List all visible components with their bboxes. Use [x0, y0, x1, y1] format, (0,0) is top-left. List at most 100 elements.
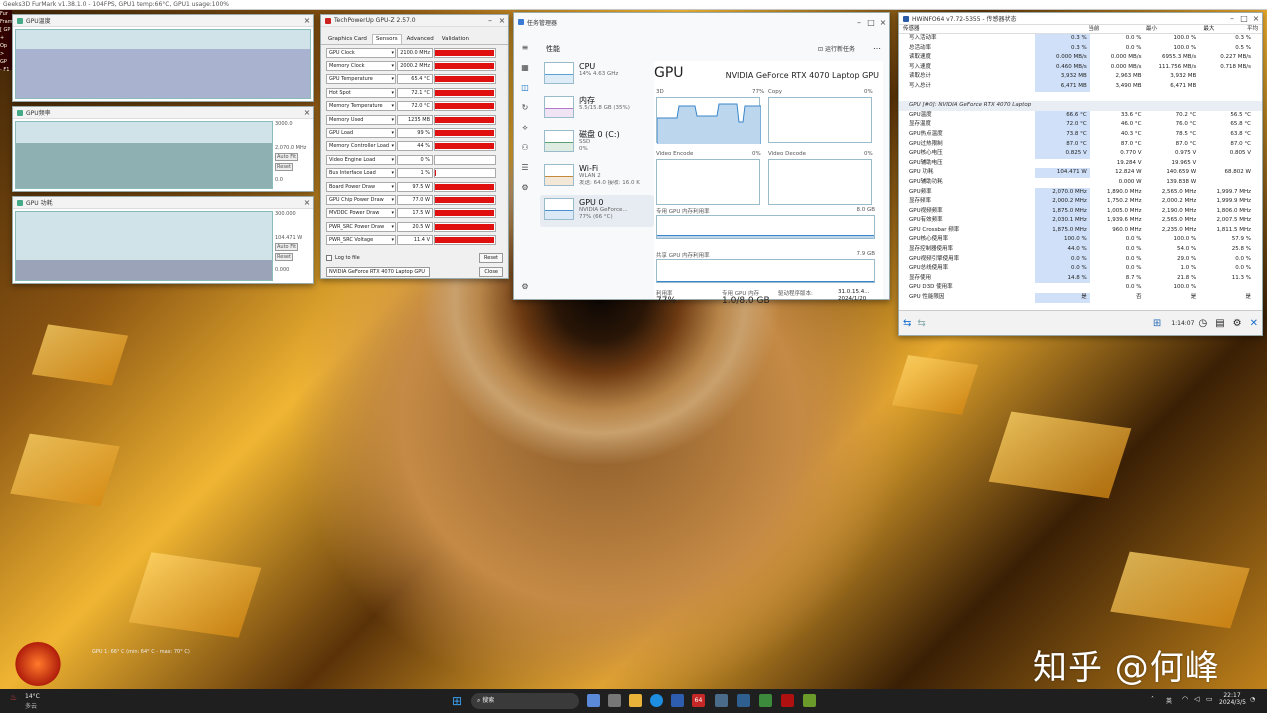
sensor-row[interactable]: 写入速度 0.460 MB/s 0.000 MB/s 111.756 MB/s 0.71…	[899, 62, 1262, 73]
resource-item[interactable]: 内存 5.5/15.8 GB (35%)	[540, 93, 654, 125]
column-avg[interactable]: 平均	[1214, 25, 1258, 33]
close-icon[interactable]: ×	[301, 16, 313, 25]
engine-label[interactable]: 3D	[656, 89, 664, 95]
store-icon[interactable]	[671, 694, 684, 707]
column-sensor[interactable]: 传感器	[903, 25, 1042, 33]
sensor-row[interactable]: GPU频率 2,070.0 MHz 1,890.0 MHz 2,565.0 MHz 1,…	[899, 187, 1262, 198]
auto-fit-button[interactable]: Auto Fit	[275, 243, 299, 251]
sensor-name[interactable]: Hot Spot	[326, 87, 396, 98]
sensor-name[interactable]: GPU Clock	[326, 47, 396, 58]
users-icon[interactable]: ⚇	[514, 138, 536, 158]
close-icon[interactable]: ×	[1250, 14, 1262, 23]
gpuz-window[interactable]: TechPowerUp GPU-Z 2.57.0 – × Graphics Card…	[320, 14, 509, 279]
graph-window-gpu-clock[interactable]: GPU频率 × 3000.0 2,070.0 MHz Auto Fit Reset…	[12, 106, 314, 192]
reset-button[interactable]: Reset	[275, 253, 293, 261]
report-icon[interactable]: ▤	[1215, 318, 1224, 329]
sensor-row[interactable]: 总活动率 0.3 % 0.0 % 100.0 % 0.5 %	[899, 43, 1262, 54]
graph-window-gpu-temp[interactable]: GPU温度 ×	[12, 14, 314, 102]
hwinfo-window[interactable]: HWiNFO64 v7.72-5355 - 传感器状态 – □ × 传感器 当前 最小…	[898, 12, 1263, 336]
sensor-row[interactable]: GPU 性能限因 是 否 是 是	[899, 293, 1262, 303]
settings-icon[interactable]: ⚙	[514, 277, 536, 297]
close-icon[interactable]: ×	[496, 16, 508, 25]
sensor-name[interactable]: Memory Temperature	[326, 101, 396, 112]
close-icon[interactable]: ×	[301, 198, 313, 207]
sensor-row[interactable]: GPU热点温度 73.8 °C 40.3 °C 78.5 °C 63.8 °C	[899, 129, 1262, 140]
settings-icon[interactable]: ⚙	[1233, 318, 1242, 329]
sensor-row[interactable]: 显存温度 72.0 °C 46.0 °C 76.0 °C 65.8 °C	[899, 120, 1262, 130]
minimize-icon[interactable]: –	[853, 18, 865, 27]
sensor-name[interactable]: Memory Used	[326, 114, 396, 125]
column-max[interactable]: 最大	[1157, 25, 1214, 33]
engine-label[interactable]: Copy	[768, 89, 782, 95]
sensor-name[interactable]: GPU Temperature	[326, 74, 396, 85]
network-icon[interactable]: ⊞	[1153, 318, 1161, 329]
sensor-row[interactable]: GPU有效频率 2,030.1 MHz 1,939.6 MHz 2,565.0 MHz…	[899, 216, 1262, 226]
notification-icon[interactable]: ◔	[1250, 696, 1255, 703]
resource-item[interactable]: Wi-Fi WLAN 2 发送: 64.0 接收: 16.0 K	[540, 161, 654, 193]
column-min[interactable]: 最小	[1099, 25, 1157, 33]
task-view-icon[interactable]	[608, 694, 621, 707]
taskmgr-taskbar-icon[interactable]	[715, 694, 728, 707]
sensor-row[interactable]: 显存使用 14.8 % 8.7 % 21.8 % 11.3 %	[899, 273, 1262, 284]
battery-icon[interactable]: ▭	[1206, 695, 1213, 703]
reset-button[interactable]: Reset	[479, 253, 503, 263]
device-select[interactable]: NVIDIA GeForce RTX 4070 Laptop GPU	[326, 267, 430, 277]
sensor-row[interactable]: 显存频率 2,000.2 MHz 1,750.2 MHz 2,000.2 MHz 1,9…	[899, 197, 1262, 207]
app-taskbar-icon[interactable]	[759, 694, 772, 707]
close-sensors-icon[interactable]: ✕	[1250, 318, 1258, 329]
weather-temp[interactable]: 14°C	[25, 693, 40, 700]
minimize-icon[interactable]: –	[1226, 14, 1238, 23]
edge-icon[interactable]	[650, 694, 663, 707]
task-manager-window[interactable]: 任务管理器 – □ × 性能 ⊡ 运行新任务 … ≡ ▦ ◫ ↻ ⟡ ⚇ ☰ ⚙ ⚙ …	[513, 12, 890, 306]
sensor-name[interactable]: MVDDC Power Draw	[326, 208, 396, 219]
sensor-row[interactable]: GPU总线使用率 0.0 % 0.0 % 1.0 % 0.0 %	[899, 264, 1262, 274]
sensor-group-header[interactable]: GPU [#0]: NVIDIA GeForce RTX 4070 Laptop	[899, 101, 1262, 111]
sensor-name[interactable]: Bus Interface Load	[326, 168, 396, 179]
sensor-name[interactable]: GPU Chip Power Draw	[326, 194, 396, 205]
sensor-name[interactable]: Memory Clock	[326, 61, 396, 72]
sensor-row[interactable]: GPU D3D 使用率 0.0 % 100.0 %	[899, 283, 1262, 293]
weather-icon[interactable]: ♨	[10, 693, 17, 702]
tab-validation[interactable]: Validation	[439, 35, 472, 44]
close-icon[interactable]: ×	[301, 108, 313, 117]
startup-icon[interactable]: ⟡	[514, 118, 536, 138]
sensor-name[interactable]: GPU Load	[326, 128, 396, 139]
close-button[interactable]: Close	[479, 267, 503, 277]
close-icon[interactable]: ×	[877, 18, 889, 27]
sensor-row[interactable]: GPU视频频率 1,875.0 MHz 1,005.0 MHz 2,190.0 MHz…	[899, 206, 1262, 217]
sensor-row[interactable]: GPU 功耗 104.471 W 12.824 W 140.659 W 68.802 W	[899, 168, 1262, 178]
sensor-name[interactable]: Memory Controller Load	[326, 141, 396, 152]
performance-icon[interactable]: ◫	[514, 78, 536, 98]
sensor-row[interactable]: GPU温度 66.6 °C 33.6 °C 70.2 °C 56.5 °C	[899, 110, 1262, 121]
nav-arrows-alt-icon[interactable]: ⇆	[917, 318, 925, 329]
log-checkbox[interactable]	[326, 255, 332, 261]
tab-advanced[interactable]: Advanced	[404, 35, 437, 44]
wifi-icon[interactable]: ◠	[1182, 695, 1188, 703]
engine-label[interactable]: Video Decode	[768, 151, 806, 157]
details-icon[interactable]: ☰	[514, 158, 536, 178]
sensor-name[interactable]: Board Power Draw	[326, 181, 396, 192]
reset-button[interactable]: Reset	[275, 163, 293, 171]
graph-window-gpu-power[interactable]: GPU 功耗 × 300.000 104.471 W Auto Fit Reset…	[12, 196, 314, 284]
auto-fit-button[interactable]: Auto Fit	[275, 153, 299, 161]
sensor-row[interactable]: 写入总计 6,471 MB 3,490 MB 6,471 MB	[899, 81, 1262, 92]
sensor-row[interactable]: GPU Crossbar 频率 1,875.0 MHz 960.0 MHz 2,235…	[899, 225, 1262, 236]
sensor-name[interactable]: PWR_SRC Power Draw	[326, 221, 396, 232]
clock-icon[interactable]: ◷	[1198, 318, 1207, 329]
sensor-row[interactable]	[899, 92, 1262, 102]
sensor-row[interactable]: 读取速度 0.000 MB/s 0.000 MB/s 6955.3 MB/s 0.227…	[899, 53, 1262, 63]
minimize-icon[interactable]: –	[484, 16, 496, 25]
sensor-row[interactable]: 显存控制器使用率 44.0 % 0.0 % 54.0 % 25.8 %	[899, 245, 1262, 255]
tab-sensors[interactable]: Sensors	[371, 34, 402, 44]
sensor-row[interactable]: GPU视频引擎使用率 0.0 % 0.0 % 29.0 % 0.0 %	[899, 254, 1262, 265]
resource-item[interactable]: 磁盘 0 (C:) SSD 0%	[540, 127, 654, 159]
file-explorer-icon[interactable]	[629, 694, 642, 707]
ime-indicator[interactable]: 英	[1166, 696, 1172, 705]
tray-chevron-icon[interactable]: ˄	[1151, 696, 1154, 703]
hwinfo-taskbar-icon[interactable]: 64	[692, 694, 705, 707]
nvidia-taskbar-icon[interactable]	[803, 694, 816, 707]
start-icon[interactable]: ⊞	[452, 694, 462, 708]
hamburger-icon[interactable]: ≡	[514, 38, 536, 58]
resource-item[interactable]: GPU 0 NVIDIA GeForce... 77% (66 °C)	[540, 195, 654, 227]
sensor-row[interactable]: 读取总计 3,932 MB 2,963 MB 3,932 MB	[899, 72, 1262, 82]
